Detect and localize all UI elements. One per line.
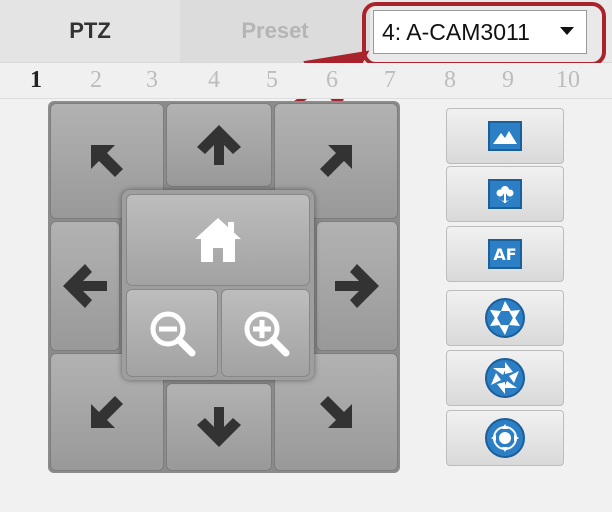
landscape-mode-button[interactable] <box>446 108 564 164</box>
iris-close-icon <box>485 358 525 398</box>
down-right-arrow-icon <box>320 396 352 428</box>
up-left-arrow-icon <box>91 145 123 177</box>
tilt-up-button[interactable] <box>166 103 272 187</box>
zoom-out-icon <box>150 311 196 357</box>
iris-open-button[interactable] <box>446 290 564 346</box>
preset-number-10[interactable]: 10 <box>542 63 594 98</box>
home-position-button[interactable] <box>126 194 310 286</box>
iris-open-icon <box>485 298 525 338</box>
preset-number-3[interactable]: 3 <box>126 63 178 98</box>
zoom-in-button[interactable] <box>221 289 310 377</box>
pan-right-button[interactable] <box>316 221 398 351</box>
down-left-arrow-icon <box>91 396 123 428</box>
macro-flower-icon <box>488 179 522 209</box>
up-right-arrow-icon <box>320 145 352 177</box>
focus-target-icon <box>485 418 525 458</box>
preset-number-2[interactable]: 2 <box>70 63 122 98</box>
autofocus-icon: AF <box>488 239 522 269</box>
preset-number-9[interactable]: 9 <box>482 63 534 98</box>
autofocus-label: AF <box>493 244 517 264</box>
home-icon <box>195 218 241 262</box>
zoom-out-button[interactable] <box>126 289 218 377</box>
landscape-icon <box>488 121 522 151</box>
preset-number-6[interactable]: 6 <box>306 63 358 98</box>
preset-number-4[interactable]: 4 <box>188 63 240 98</box>
tilt-down-button[interactable] <box>166 383 272 471</box>
macro-mode-button[interactable] <box>446 166 564 222</box>
up-arrow-icon <box>197 125 241 165</box>
focus-reset-button[interactable] <box>446 410 564 466</box>
right-arrow-icon <box>335 264 379 308</box>
left-arrow-icon <box>63 264 107 308</box>
pan-left-button[interactable] <box>50 221 120 351</box>
autofocus-button[interactable]: AF <box>446 226 564 282</box>
preset-number-1[interactable]: 1 <box>10 63 62 98</box>
preset-number-5[interactable]: 5 <box>246 63 298 98</box>
preset-number-7[interactable]: 7 <box>364 63 416 98</box>
down-arrow-icon <box>197 407 241 447</box>
iris-close-button[interactable] <box>446 350 564 406</box>
preset-number-8[interactable]: 8 <box>424 63 476 98</box>
zoom-in-icon <box>244 311 289 357</box>
